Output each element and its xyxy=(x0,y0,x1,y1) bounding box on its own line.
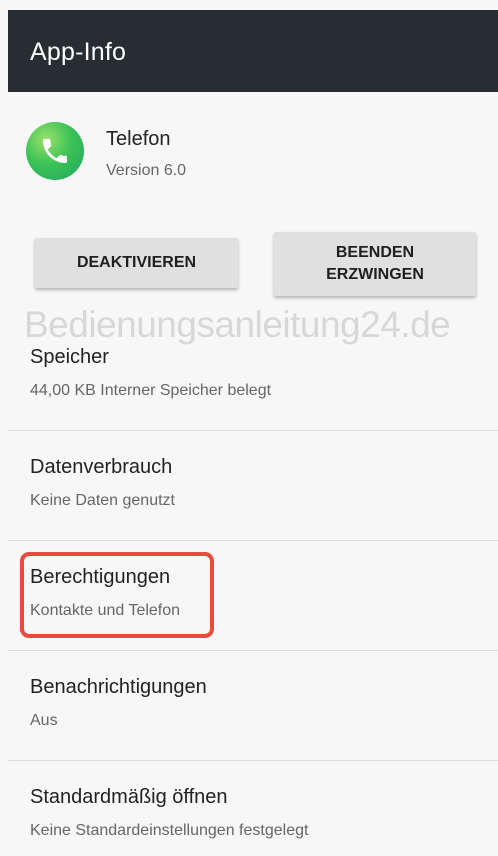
force-stop-button[interactable]: BEENDEN ERZWINGEN xyxy=(274,232,476,296)
storage-subtitle: 44,00 KB Interner Speicher belegt xyxy=(30,382,272,399)
force-stop-label-line2: ERZWINGEN xyxy=(326,266,424,283)
deactivate-button[interactable]: DEAKTIVIEREN xyxy=(35,238,238,288)
notifications-row[interactable]: Benachrichtigungen Aus xyxy=(8,651,498,761)
notifications-subtitle: Aus xyxy=(30,712,58,729)
watermark: Bedienungsanleitung24.de xyxy=(24,304,451,345)
app-name: Telefon xyxy=(106,128,171,150)
open-by-default-subtitle: Keine Standardeinstellungen festgelegt xyxy=(30,822,309,839)
notifications-title: Benachrichtigungen xyxy=(30,676,207,698)
open-by-default-row[interactable]: Standardmäßig öffnen Keine Standardeinst… xyxy=(8,761,498,856)
phone-icon xyxy=(26,122,84,180)
permissions-highlight-box xyxy=(20,552,214,638)
open-by-default-title: Standardmäßig öffnen xyxy=(30,786,228,808)
data-usage-title: Datenverbrauch xyxy=(30,456,173,478)
page-title: App-Info xyxy=(30,38,127,66)
app-header: Telefon Version 6.0 DEAKTIVIEREN BEENDEN… xyxy=(8,92,498,296)
app-info-screen: App-Info Telefon Version 6.0 DEAKTIVIERE… xyxy=(0,0,498,856)
data-usage-subtitle: Keine Daten genutzt xyxy=(30,492,175,509)
storage-title: Speicher xyxy=(30,346,109,368)
force-stop-label-line1: BEENDEN xyxy=(335,244,415,261)
app-version: Version 6.0 xyxy=(106,162,187,179)
app-bar: App-Info xyxy=(8,10,498,92)
data-usage-row[interactable]: Datenverbrauch Keine Daten genutzt xyxy=(8,431,498,541)
app-info-content: Telefon Version 6.0 DEAKTIVIEREN BEENDEN… xyxy=(8,92,498,856)
